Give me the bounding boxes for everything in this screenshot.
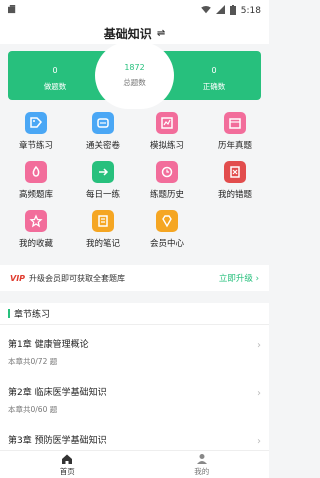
done-count-stat: 0 做题数 bbox=[15, 51, 95, 100]
grid-item-practice-history[interactable]: 练题历史 bbox=[136, 161, 198, 200]
total-count-label: 总题数 bbox=[123, 78, 146, 87]
note-icon bbox=[92, 210, 114, 232]
bottom-tab-bar: 首页 我的 bbox=[0, 450, 269, 478]
vip-promo-text: 升级会员即可获取全套题库 bbox=[29, 273, 126, 283]
grid-item-label: 历年真题 bbox=[217, 141, 252, 151]
grid-item-label: 章节练习 bbox=[18, 141, 53, 151]
chevron-right-icon: › bbox=[257, 388, 261, 399]
battery-icon bbox=[229, 4, 236, 18]
arrow-icon bbox=[92, 161, 114, 183]
grid-item-label: 高频题库 bbox=[18, 190, 53, 200]
header: 基础知识 ⇌ bbox=[0, 22, 269, 44]
grid-item-my-notes[interactable]: 我的笔记 bbox=[72, 210, 134, 249]
tab-home[interactable]: 首页 bbox=[0, 451, 135, 478]
vip-badge: VIP bbox=[10, 273, 26, 283]
chapter-title: 第3章 预防医学基础知识 bbox=[8, 436, 107, 446]
chapter-practice-section: 章节练习 第1章 健康管理概论 本章共0/72 题 › 第2章 临床医学基础知识… bbox=[0, 303, 269, 453]
grid-item-label: 我的笔记 bbox=[85, 239, 120, 249]
grid-item-label: 模拟练习 bbox=[149, 141, 184, 151]
correct-count-label: 正确数 bbox=[202, 82, 226, 91]
section-accent-bar bbox=[8, 309, 10, 318]
grid-item-daily-practice[interactable]: 每日一练 bbox=[72, 161, 134, 200]
status-bar: 5:18 bbox=[0, 0, 269, 22]
chapter-item[interactable]: 第2章 临床医学基础知识 本章共0/60 题 › bbox=[0, 379, 269, 423]
tag-icon bbox=[25, 112, 47, 134]
total-count-value: 1872 bbox=[124, 63, 145, 72]
upgrade-now-label: 立即升级 bbox=[218, 274, 253, 284]
chevron-right-icon: › bbox=[257, 436, 261, 447]
grid-item-label: 每日一练 bbox=[85, 190, 120, 200]
vip-upgrade-banner[interactable]: VIP 升级会员即可获取全套题库 立即升级 › bbox=[0, 265, 269, 291]
chevron-right-icon: › bbox=[257, 340, 261, 351]
calendar-icon bbox=[224, 112, 246, 134]
grid-item-label: 我的错题 bbox=[217, 190, 252, 200]
mistake-icon bbox=[224, 161, 246, 183]
chapter-progress: 本章共0/72 题 bbox=[8, 357, 58, 366]
grid-item-my-favorites[interactable]: 我的收藏 bbox=[5, 210, 67, 249]
signal-icon bbox=[215, 5, 225, 17]
chapter-item[interactable]: 第1章 健康管理概论 本章共0/72 题 › bbox=[0, 331, 269, 375]
person-icon bbox=[196, 454, 207, 464]
grid-item-label: 通关密卷 bbox=[85, 141, 120, 151]
grid-item-label: 我的收藏 bbox=[18, 239, 53, 249]
home-icon bbox=[62, 454, 73, 464]
done-count-value: 0 bbox=[52, 66, 58, 75]
grid-item-pass-papers[interactable]: 通关密卷 bbox=[72, 112, 134, 151]
app-notification-icon bbox=[8, 5, 17, 17]
grid-item-label: 练题历史 bbox=[149, 190, 184, 200]
grid-item-mock-practice[interactable]: 模拟练习 bbox=[136, 112, 198, 151]
history-icon bbox=[156, 161, 178, 183]
chart-icon bbox=[156, 112, 178, 134]
grid-item-member-center[interactable]: 会员中心 bbox=[136, 210, 198, 249]
scroll-icon bbox=[92, 112, 114, 134]
done-count-label: 做题数 bbox=[43, 82, 67, 91]
section-title: 章节练习 bbox=[14, 310, 51, 320]
chevron-right-icon: › bbox=[255, 274, 259, 284]
page-title[interactable]: 基础知识 bbox=[104, 25, 152, 42]
diamond-icon bbox=[156, 210, 178, 232]
upgrade-now-button[interactable]: 立即升级 › bbox=[219, 272, 259, 284]
swap-icon[interactable]: ⇌ bbox=[157, 28, 165, 39]
total-count-stat: 1872 总题数 bbox=[95, 42, 174, 109]
star-icon bbox=[25, 210, 47, 232]
grid-item-chapter-practice[interactable]: 章节练习 bbox=[5, 112, 67, 151]
wifi-icon bbox=[200, 5, 211, 17]
flame-icon bbox=[25, 161, 47, 183]
tab-mine[interactable]: 我的 bbox=[135, 451, 270, 478]
clock-time: 5:18 bbox=[240, 6, 261, 16]
tab-home-label: 首页 bbox=[59, 467, 75, 476]
correct-count-stat: 0 正确数 bbox=[174, 51, 254, 100]
section-header: 章节练习 bbox=[0, 303, 269, 325]
chapter-title: 第2章 临床医学基础知识 bbox=[8, 388, 107, 398]
grid-item-past-exams[interactable]: 历年真题 bbox=[204, 112, 266, 151]
grid-item-label: 会员中心 bbox=[149, 239, 184, 249]
chapter-progress: 本章共0/60 题 bbox=[8, 405, 58, 414]
grid-item-high-frequency[interactable]: 高频题库 bbox=[5, 161, 67, 200]
tab-mine-label: 我的 bbox=[194, 467, 210, 476]
chapter-title: 第1章 健康管理概论 bbox=[8, 340, 89, 350]
correct-count-value: 0 bbox=[211, 66, 217, 75]
grid-item-my-mistakes[interactable]: 我的错题 bbox=[204, 161, 266, 200]
